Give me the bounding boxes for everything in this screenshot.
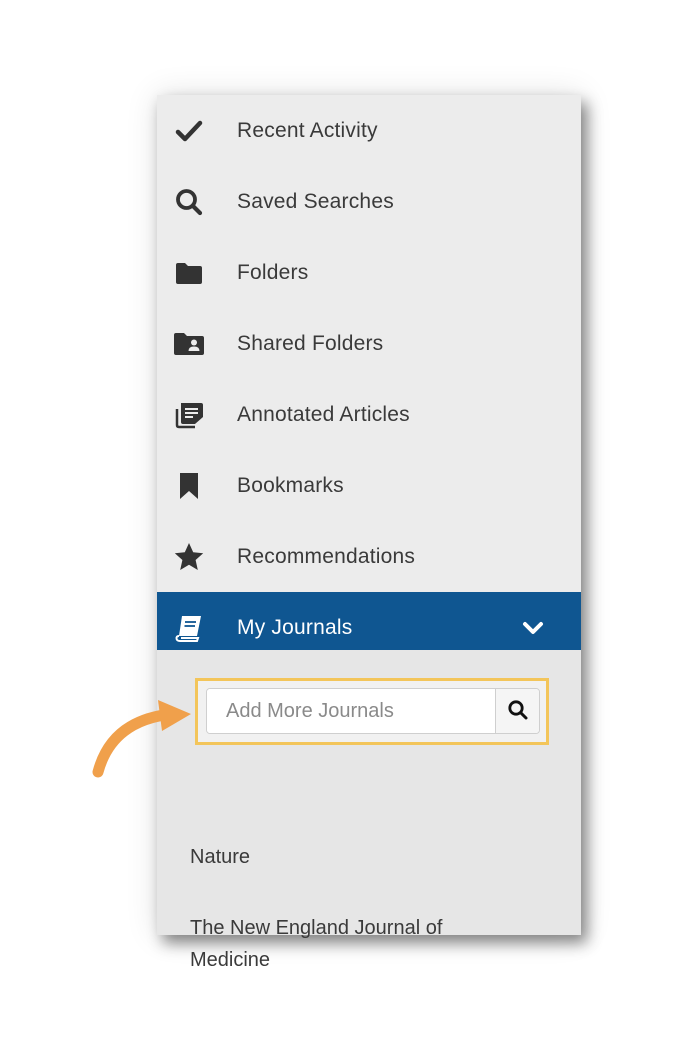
pointer-arrow-icon [92, 700, 191, 778]
journal-search-button[interactable] [495, 689, 539, 733]
shared-folder-icon [173, 328, 205, 360]
nav-item-saved-searches[interactable]: Saved Searches [157, 166, 581, 237]
check-icon [173, 115, 205, 147]
nav-item-label: Recommendations [237, 544, 416, 568]
nav-item-label: Shared Folders [237, 331, 384, 355]
journal-item-nejm[interactable]: The New England Journal of Medicine [190, 912, 490, 976]
nav-item-label: My Journals [237, 615, 353, 639]
nav-item-label: Bookmarks [237, 473, 344, 497]
nav-item-bookmarks[interactable]: Bookmarks [157, 450, 581, 521]
nav-item-label: Recent Activity [237, 118, 378, 142]
nav-item-recent-activity[interactable]: Recent Activity [157, 95, 581, 166]
annotated-articles-icon [173, 399, 205, 431]
stage: Recent Activity Saved Searches Folders S… [0, 0, 694, 1053]
chevron-down-icon[interactable] [521, 616, 545, 640]
nav-item-label: Saved Searches [237, 189, 394, 213]
sidebar-panel: Recent Activity Saved Searches Folders S… [157, 95, 581, 971]
nav-item-shared-folders[interactable]: Shared Folders [157, 308, 581, 379]
journal-search-input[interactable] [207, 689, 495, 733]
nav-item-annotated-articles[interactable]: Annotated Articles [157, 379, 581, 450]
folder-icon [173, 257, 205, 289]
bookmark-icon [173, 470, 205, 502]
my-journals-submenu: Nature The New England Journal of Medici… [157, 650, 581, 971]
nav-item-recommendations[interactable]: Recommendations [157, 521, 581, 592]
search-icon [507, 699, 529, 724]
search-icon [173, 186, 205, 218]
search-highlight-box [195, 678, 549, 745]
journal-search [206, 688, 540, 734]
nav-item-label: Folders [237, 260, 309, 284]
star-icon [173, 541, 205, 573]
journal-item-nature[interactable]: Nature [190, 841, 490, 873]
nav-list: Recent Activity Saved Searches Folders S… [157, 95, 581, 663]
nav-item-folders[interactable]: Folders [157, 237, 581, 308]
book-icon [173, 612, 205, 644]
nav-item-label: Annotated Articles [237, 402, 410, 426]
